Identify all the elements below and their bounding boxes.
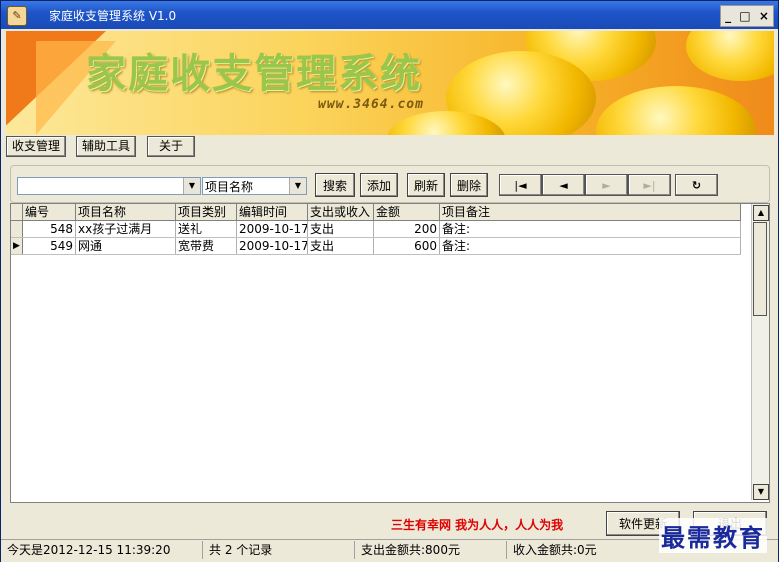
reload-button[interactable]: ↻ xyxy=(675,174,718,196)
cell-date: 2009-10-17 xyxy=(239,221,308,237)
next-record-button[interactable]: ► xyxy=(585,174,628,196)
app-window: ✎ 家庭收支管理系统 V1.0 _ □ × 家庭收支管理系统 www.3464.… xyxy=(0,0,779,562)
chevron-down-icon[interactable]: ▼ xyxy=(183,178,200,194)
cell-date: 2009-10-17 xyxy=(239,238,308,254)
cell-id: 548 xyxy=(23,221,76,237)
title-bar: ✎ 家庭收支管理系统 V1.0 _ □ × xyxy=(1,1,778,29)
chevron-down-icon[interactable]: ▼ xyxy=(289,178,306,194)
menu-bar: 收支管理 辅助工具 关于 xyxy=(6,135,774,159)
menu-about[interactable]: 关于 xyxy=(147,136,195,157)
status-date: 今天是2012-12-15 11:39:20 xyxy=(3,541,203,559)
cell-category: 宽带费 xyxy=(176,238,237,254)
banner-title: 家庭收支管理系统 xyxy=(86,50,422,97)
cell-category: 送礼 xyxy=(176,221,237,237)
column-header-note[interactable]: 项目备注 xyxy=(440,204,741,220)
table-row[interactable]: ▶ 549 网通 宽带费 2009-10-17 支出 600 备注: xyxy=(11,238,741,255)
close-button[interactable]: × xyxy=(759,9,769,23)
column-header-name[interactable]: 项目名称 xyxy=(76,204,176,220)
row-indicator[interactable] xyxy=(11,221,23,237)
field-select-value: 项目名称 xyxy=(205,180,254,194)
cell-amount: 200 xyxy=(374,221,440,237)
cell-id: 549 xyxy=(23,238,76,254)
add-button[interactable]: 添加 xyxy=(360,173,398,197)
vertical-scrollbar[interactable]: ▲ ▼ xyxy=(751,204,769,500)
maximize-button[interactable]: □ xyxy=(739,9,750,23)
search-button[interactable]: 搜索 xyxy=(315,173,355,197)
status-expense-total: 支出金额共:800元 xyxy=(357,541,507,559)
menu-income-expense[interactable]: 收支管理 xyxy=(6,136,66,157)
scroll-down-icon[interactable]: ▼ xyxy=(753,484,769,500)
menu-tools[interactable]: 辅助工具 xyxy=(76,136,136,157)
cell-type: 支出 xyxy=(308,221,374,237)
records-grid[interactable]: 编号 项目名称 项目类别 编辑时间 支出或收入 金额 项目备注 548 xx孩子… xyxy=(10,203,770,503)
cell-note: 备注: xyxy=(440,238,741,254)
header-banner: 家庭收支管理系统 www.3464.com xyxy=(6,31,774,135)
cell-name: 网通 xyxy=(76,238,176,254)
current-row-arrow-icon[interactable]: ▶ xyxy=(11,238,23,254)
cell-note: 备注: xyxy=(440,221,741,237)
scrollbar-thumb[interactable] xyxy=(753,222,767,316)
column-header-date[interactable]: 编辑时间 xyxy=(237,204,308,220)
watermark-text: 最需教育 xyxy=(659,518,767,553)
status-record-count: 共 2 个记录 xyxy=(205,541,355,559)
scroll-up-icon[interactable]: ▲ xyxy=(753,205,769,221)
column-header-type[interactable]: 支出或收入 xyxy=(308,204,374,220)
cell-name: xx孩子过满月 xyxy=(76,221,176,237)
last-record-button[interactable]: ►| xyxy=(628,174,671,196)
toolbar: ▼ 项目名称 ▼ 搜索 添加 刷新 删除 |◄ ◄ ► ►| ↻ xyxy=(10,165,770,203)
minimize-button[interactable]: _ xyxy=(725,9,731,23)
column-header-id[interactable]: 编号 xyxy=(23,204,76,220)
search-input[interactable]: ▼ xyxy=(17,177,201,195)
banner-url: www.3464.com xyxy=(318,97,424,112)
prev-record-button[interactable]: ◄ xyxy=(542,174,585,196)
gold-ingot-image xyxy=(596,86,756,135)
cell-type: 支出 xyxy=(308,238,374,254)
window-title: 家庭收支管理系统 V1.0 xyxy=(49,9,177,23)
slogan-text: 三生有幸网 我为人人，人人为我 xyxy=(391,518,564,532)
table-row[interactable]: 548 xx孩子过满月 送礼 2009-10-17 支出 200 备注: xyxy=(11,221,741,238)
cell-amount: 600 xyxy=(374,238,440,254)
first-record-button[interactable]: |◄ xyxy=(499,174,542,196)
column-header-category[interactable]: 项目类别 xyxy=(176,204,237,220)
row-indicator-header xyxy=(11,204,23,220)
app-icon[interactable]: ✎ xyxy=(7,6,27,26)
window-controls: _ □ × xyxy=(720,5,774,27)
column-header-amount[interactable]: 金额 xyxy=(374,204,440,220)
field-select[interactable]: 项目名称 ▼ xyxy=(202,177,307,195)
grid-header: 编号 项目名称 项目类别 编辑时间 支出或收入 金额 项目备注 xyxy=(11,204,741,221)
refresh-button[interactable]: 刷新 xyxy=(407,173,445,197)
delete-button[interactable]: 删除 xyxy=(450,173,488,197)
gold-ingot-image xyxy=(686,31,774,81)
